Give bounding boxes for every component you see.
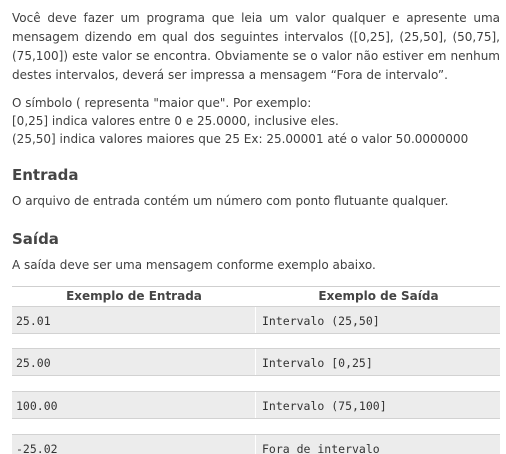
sample-table-header: Exemplo de Entrada Exemplo de Saída bbox=[12, 286, 500, 306]
note-line-3: (25,50] indica valores maiores que 25 Ex… bbox=[12, 132, 469, 146]
input-heading: Entrada bbox=[12, 166, 79, 184]
note-line-2: [0,25] indica valores entre 0 e 25.0000,… bbox=[12, 114, 339, 128]
header-input: Exemplo de Entrada bbox=[66, 289, 202, 303]
output-description: A saída deve ser uma mensagem conforme e… bbox=[12, 258, 376, 272]
sample-row: -25.02 Fora de intervalo bbox=[12, 434, 500, 454]
problem-description: Você deve fazer um programa que leia um … bbox=[12, 11, 500, 82]
sample-output-cell: Intervalo [0,25] bbox=[262, 356, 373, 370]
sample-output-cell: Intervalo (25,50] bbox=[262, 314, 380, 328]
sample-output-cell: Intervalo (75,100] bbox=[262, 399, 387, 413]
output-heading: Saída bbox=[12, 230, 59, 248]
sample-input-cell: 25.00 bbox=[12, 349, 256, 375]
sample-output-cell: Fora de intervalo bbox=[262, 442, 380, 454]
note-line-1: O símbolo ( representa "maior que". Por … bbox=[12, 96, 312, 110]
input-description: O arquivo de entrada contém um número co… bbox=[12, 194, 449, 208]
sample-input-cell: -25.02 bbox=[12, 435, 256, 454]
sample-row: 100.00 Intervalo (75,100] bbox=[12, 391, 500, 419]
problem-page: Você deve fazer um programa que leia um … bbox=[0, 0, 506, 454]
header-output: Exemplo de Saída bbox=[318, 289, 439, 303]
sample-input-cell: 25.01 bbox=[12, 307, 256, 333]
sample-input-cell: 100.00 bbox=[12, 392, 256, 418]
sample-row: 25.01 Intervalo (25,50] bbox=[12, 306, 500, 334]
sample-row: 25.00 Intervalo [0,25] bbox=[12, 348, 500, 376]
